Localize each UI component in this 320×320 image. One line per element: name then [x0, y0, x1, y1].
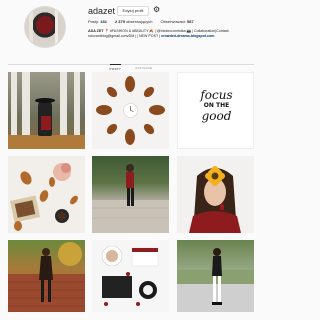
brick-wall-image: [8, 242, 85, 312]
black-hat: [35, 98, 55, 103]
post-thumbnail[interactable]: [8, 156, 85, 233]
girl-pavement-image: [92, 164, 169, 233]
bio-line1: 📍 #FASHION & #BEAUTY 🍂 | @fotolovcomfotk…: [103, 29, 230, 33]
profile-stats: Posty: 181 2 379 obserwujących Obserwowa…: [88, 19, 194, 24]
quote-text: focus ON THE good: [200, 88, 233, 123]
post-thumbnail[interactable]: [92, 240, 169, 312]
edit-profile-button[interactable]: Edytuj profil: [117, 6, 149, 16]
post-thumbnail[interactable]: [92, 156, 169, 233]
post-thumbnail[interactable]: [177, 156, 254, 233]
forest-ground: [8, 135, 85, 149]
avatar-tree: [55, 7, 58, 47]
bio-line2: rolovantblog@gmail.com/DM | | NEW POST |: [88, 34, 162, 39]
posts-count: Posty: 181: [88, 19, 107, 24]
avatar-tree: [29, 7, 33, 47]
gear-icon[interactable]: ⚙: [153, 5, 160, 15]
post-thumbnail[interactable]: focus ON THE good: [177, 72, 254, 149]
sunflower-selfie-image: [189, 166, 241, 233]
street-image: [177, 248, 254, 312]
autumn-flatlay-image: [9, 163, 78, 231]
profile-username: adazet: [88, 6, 116, 16]
tab-saved[interactable]: ZAPISANE: [135, 64, 152, 71]
coffee-flatlay-image: [101, 245, 159, 306]
leaves-flatlay-image: [96, 76, 165, 145]
post-thumbnail[interactable]: [177, 240, 254, 312]
followers-count[interactable]: 2 379 obserwujących: [115, 19, 153, 24]
following-count[interactable]: Obserwowani: 587: [161, 19, 194, 24]
post-thumbnail[interactable]: [92, 72, 169, 149]
profile-avatar[interactable]: [24, 6, 66, 48]
bio-link[interactable]: crowded-dreams.blogspot.com: [161, 34, 214, 38]
profile-tabs: POSTY ZAPISANE: [0, 64, 262, 71]
post-thumbnail[interactable]: [8, 240, 85, 312]
profile-bio: ADA ZET 📍 #FASHION & #BEAUTY 🍂 | @fotolo…: [88, 29, 253, 39]
tab-posts[interactable]: POSTY: [109, 64, 122, 71]
post-thumbnail[interactable]: [8, 72, 85, 149]
red-dress: [41, 116, 51, 130]
bio-name: ADA ZET: [88, 29, 104, 33]
